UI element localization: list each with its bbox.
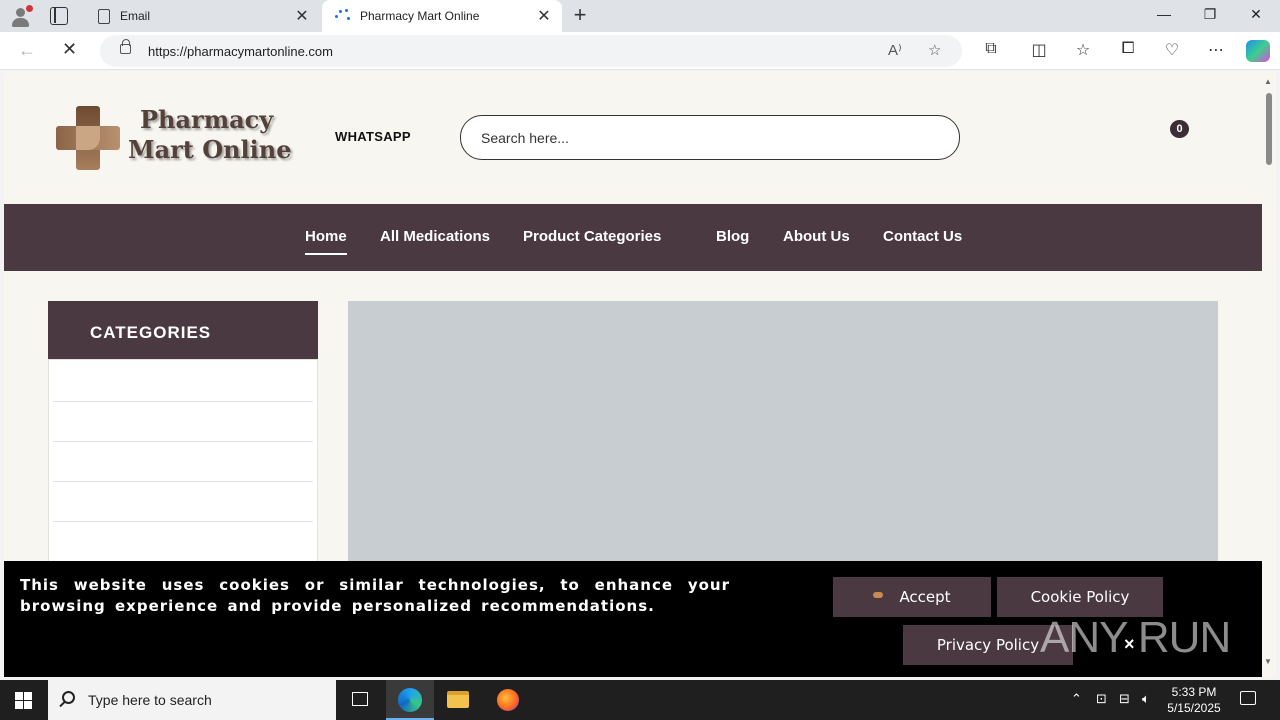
address-bar[interactable]: https://pharmacymartonline.com A⁾ ☆ — [100, 35, 962, 67]
site-header: Pharmacy Mart Online WHATSAPP 0 — [4, 71, 1262, 204]
search-icon — [62, 691, 75, 704]
tab-actions-icon[interactable] — [50, 7, 68, 25]
page-scrollbar[interactable]: ▲ ▼ — [1262, 71, 1276, 677]
cookie-message: This website uses cookies or similar tec… — [20, 576, 730, 615]
close-tab-icon[interactable]: ✕ — [534, 6, 554, 26]
copilot-icon[interactable] — [1246, 40, 1270, 62]
lock-icon[interactable] — [120, 39, 131, 54]
nav-about-us[interactable]: About Us — [783, 228, 850, 245]
back-icon[interactable]: ← — [18, 40, 36, 61]
tab-pharmacy[interactable]: Pharmacy Mart Online ✕ — [322, 0, 562, 32]
category-item[interactable] — [53, 362, 313, 402]
url-text[interactable]: https://pharmacymartonline.com — [148, 44, 333, 59]
clock-time: 5:33 PM — [1171, 685, 1217, 699]
firefox-icon — [497, 689, 519, 711]
clock-date: 5/15/2025 — [1167, 701, 1221, 715]
firefox-taskbar-button[interactable] — [484, 680, 532, 720]
read-aloud-icon[interactable]: A⁾ — [888, 41, 902, 59]
category-item[interactable] — [53, 402, 313, 442]
cookie-consent-bar: This website uses cookies or similar tec… — [4, 561, 1262, 677]
scroll-up-icon[interactable]: ▲ — [1264, 77, 1272, 86]
site-logo-text[interactable]: Pharmacy Mart Online — [128, 105, 292, 165]
taskbar-search-placeholder: Type here to search — [88, 692, 212, 708]
taskbar-search-box[interactable]: Type here to search — [48, 680, 336, 720]
restore-icon[interactable]: ❐ — [1200, 6, 1220, 23]
categories-title: CATEGORIES — [48, 301, 318, 359]
file-explorer-icon — [447, 691, 469, 708]
device-icon[interactable]: ⊡ — [1096, 691, 1107, 707]
task-view-button[interactable] — [336, 680, 384, 720]
favorites-icon[interactable]: ☆ — [1072, 40, 1094, 60]
profile-icon[interactable] — [10, 5, 33, 27]
nav-home[interactable]: Home — [305, 228, 347, 255]
close-window-icon[interactable]: ✕ — [1246, 6, 1266, 23]
windows-taskbar: Type here to search ⌃ ⊡ ⊟ 🔈︎ 5:33 PM 5/1… — [0, 680, 1280, 720]
cart-count-badge[interactable]: 0 — [1170, 120, 1189, 138]
favorite-star-icon[interactable]: ☆ — [928, 41, 941, 59]
page-icon — [98, 8, 110, 24]
browser-tab-strip: Email ✕ Pharmacy Mart Online ✕ + — ❐ ✕ — [0, 0, 1280, 32]
nav-contact-us[interactable]: Contact Us — [883, 228, 962, 245]
split-screen-icon[interactable]: ◫ — [1028, 40, 1050, 60]
nav-all-medications[interactable]: All Medications — [380, 228, 490, 245]
nav-blog[interactable]: Blog — [716, 228, 749, 245]
anyrun-watermark: ANY RUN — [1040, 613, 1231, 662]
cookie-policy-button[interactable]: Cookie Policy — [997, 577, 1163, 617]
whatsapp-link[interactable]: WHATSAPP — [335, 129, 411, 144]
volume-icon[interactable]: 🔈︎ — [1142, 691, 1150, 707]
tab-label: Pharmacy Mart Online — [360, 9, 480, 23]
file-explorer-taskbar-button[interactable] — [434, 680, 482, 720]
accept-cookies-button[interactable]: Accept — [833, 577, 991, 617]
edge-taskbar-button[interactable] — [386, 680, 434, 720]
collections-icon[interactable]: ⧠ — [1117, 40, 1139, 58]
close-tab-icon[interactable]: ✕ — [292, 6, 312, 26]
minimize-icon[interactable]: — — [1154, 6, 1174, 22]
category-item[interactable] — [53, 482, 313, 522]
task-view-icon — [352, 692, 368, 706]
tab-label: Email — [120, 9, 151, 23]
more-options-icon[interactable]: ⋯ — [1205, 40, 1227, 60]
cookie-icon — [873, 592, 884, 598]
windows-start-icon[interactable] — [15, 692, 32, 709]
site-search-input[interactable] — [460, 115, 960, 160]
main-nav: Home All Medications Product Categories … — [4, 204, 1262, 271]
nav-product-categories[interactable]: Product Categories — [523, 228, 661, 245]
stop-loading-icon[interactable]: ✕ — [62, 39, 77, 60]
new-tab-button[interactable]: + — [570, 4, 590, 28]
extensions-icon[interactable]: ⧉ — [980, 40, 1002, 58]
tab-email[interactable]: Email ✕ — [84, 0, 320, 32]
scroll-down-icon[interactable]: ▼ — [1264, 657, 1272, 666]
loading-spinner-icon — [334, 8, 350, 24]
edge-browser-icon — [398, 688, 422, 712]
browser-essentials-icon[interactable]: ♡ — [1161, 40, 1183, 60]
network-icon[interactable]: ⊟ — [1119, 691, 1130, 707]
pharmacy-cross-logo-icon[interactable] — [56, 106, 120, 170]
notifications-icon[interactable] — [1240, 691, 1256, 705]
close-cookie-bar-icon[interactable]: × — [1124, 634, 1135, 655]
browser-toolbar: ← ✕ https://pharmacymartonline.com A⁾ ☆ … — [0, 32, 1280, 70]
taskbar-clock[interactable]: 5:33 PM 5/15/2025 — [1164, 684, 1224, 716]
show-hidden-icons-icon[interactable]: ⌃ — [1071, 691, 1082, 707]
category-item[interactable] — [53, 442, 313, 482]
scrollbar-thumb[interactable] — [1266, 93, 1272, 165]
